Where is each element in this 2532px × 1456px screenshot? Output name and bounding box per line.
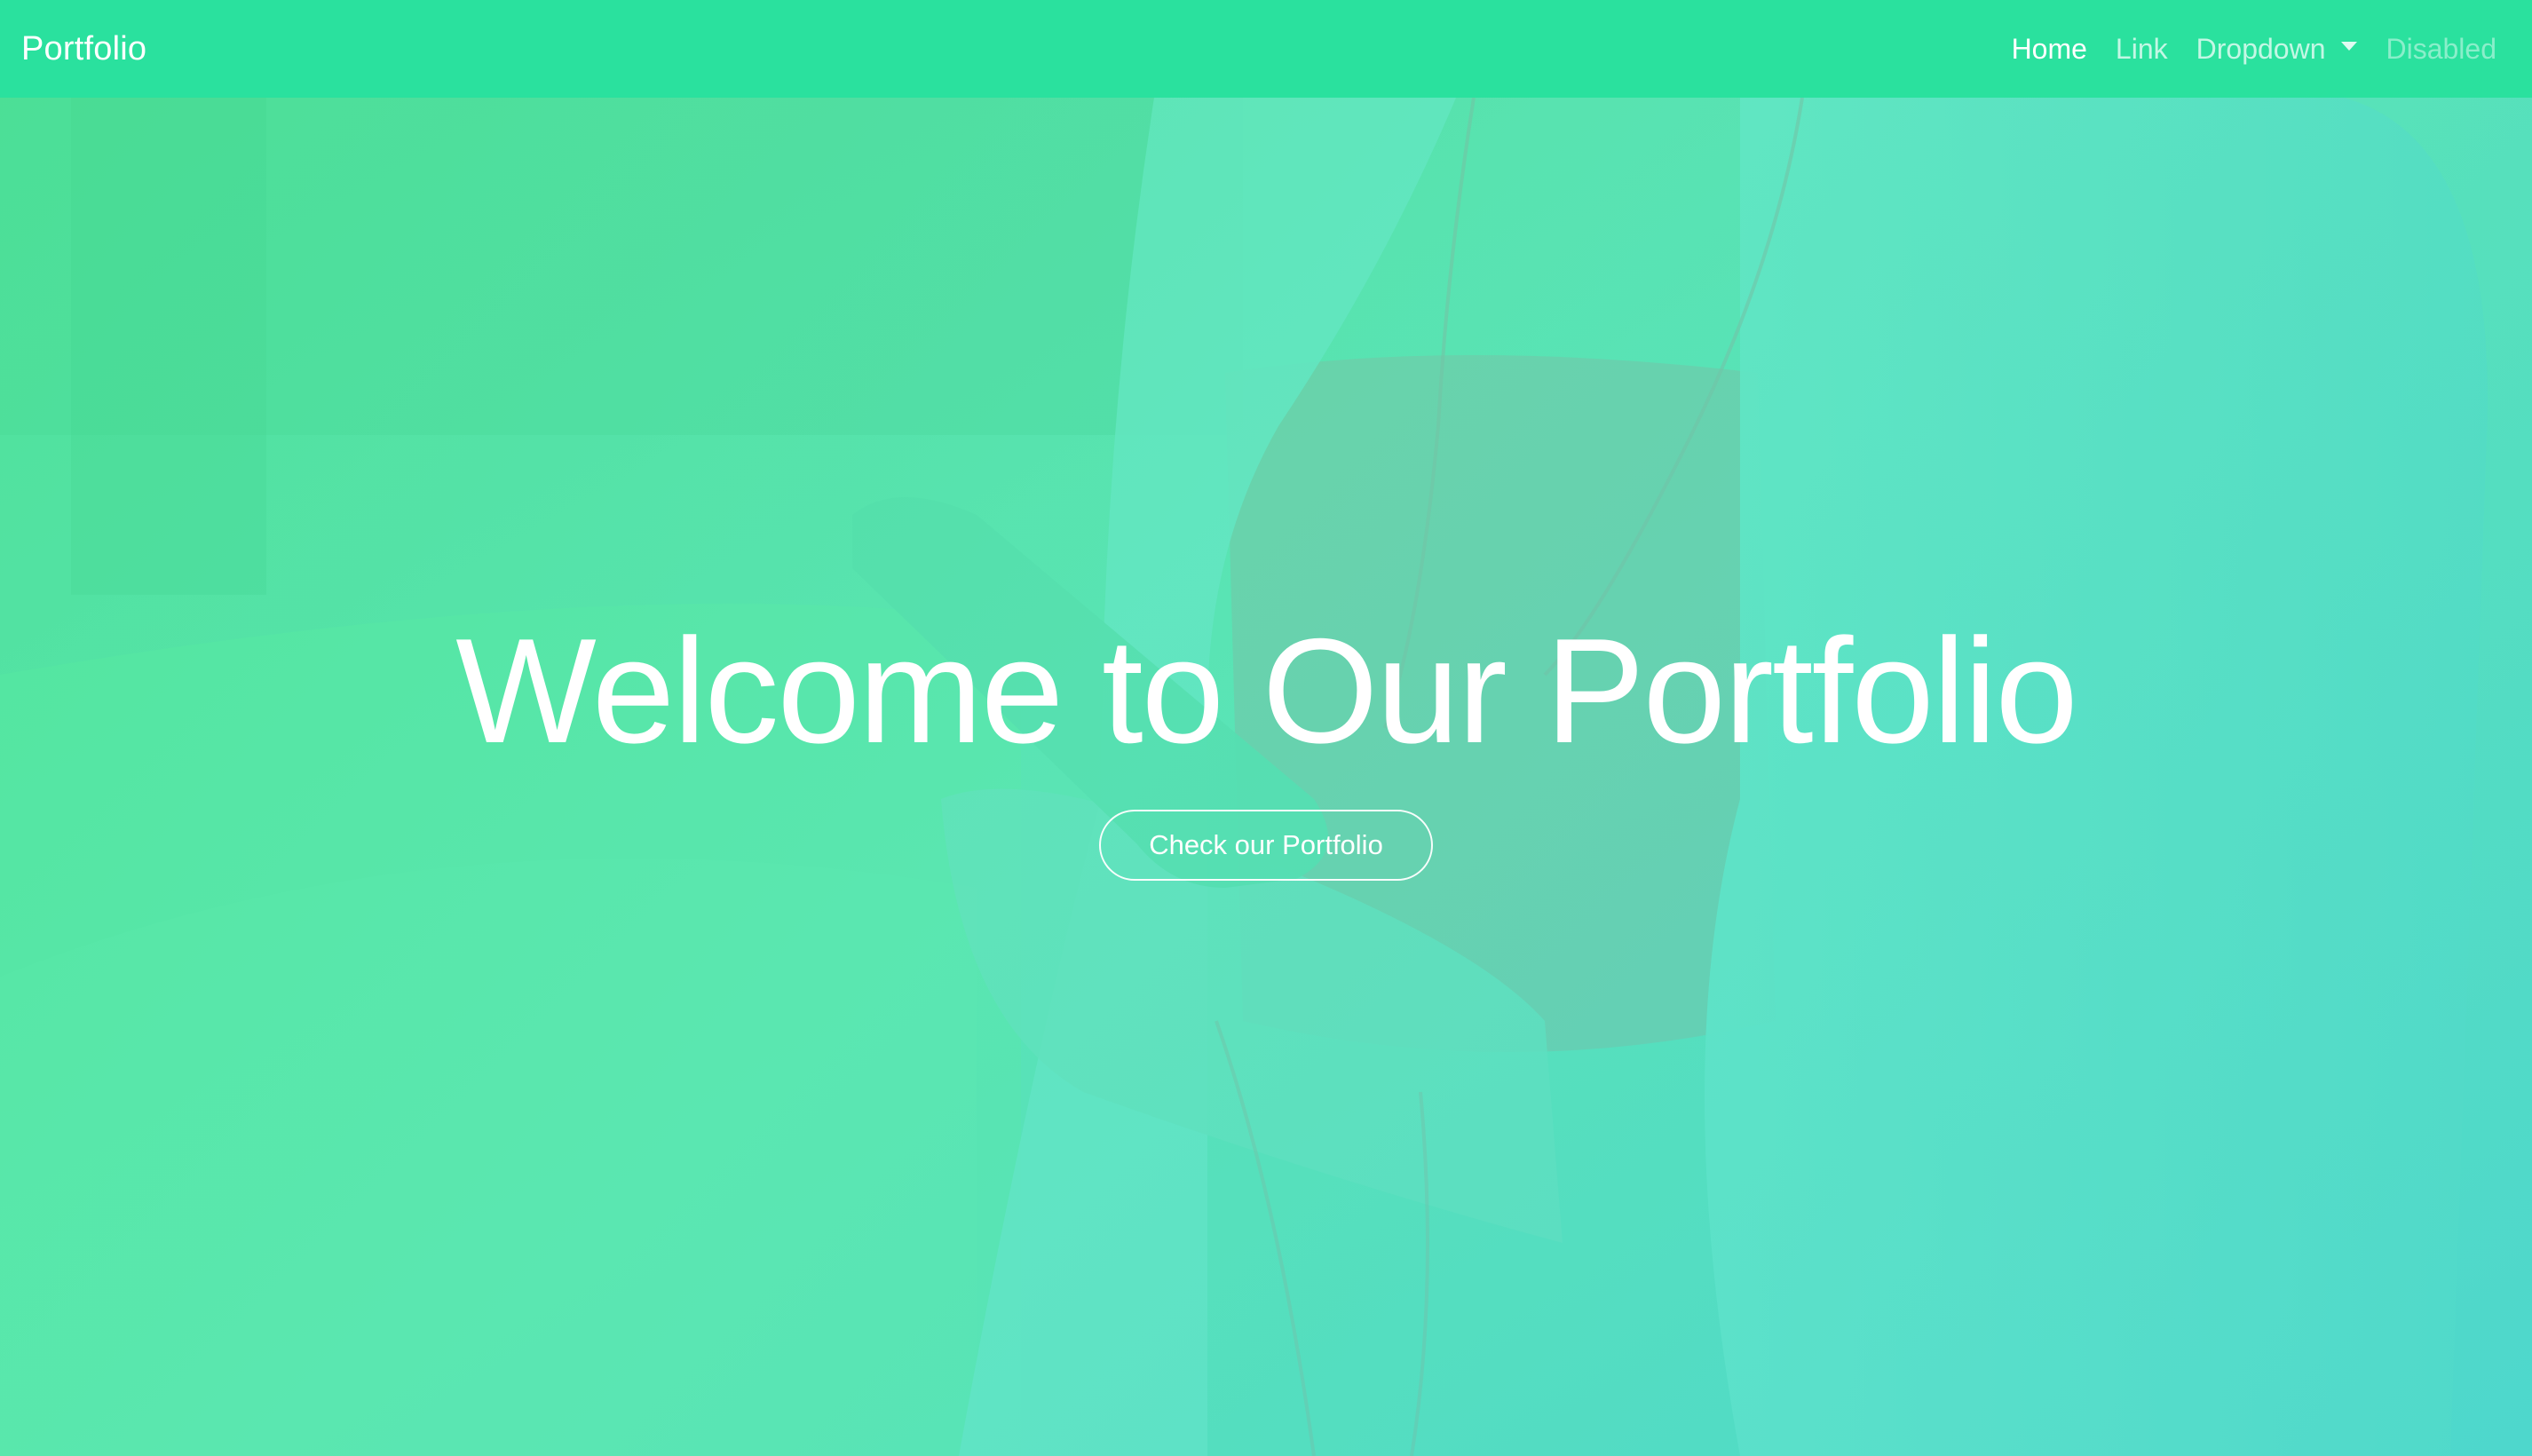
nav-dropdown-label: Dropdown xyxy=(2196,32,2326,65)
nav-link-link[interactable]: Link xyxy=(2101,33,2182,66)
portfolio-landing-page: Portfolio Home Link Dropdown Disabled We… xyxy=(0,0,2532,1456)
check-portfolio-button[interactable]: Check our Portfolio xyxy=(1099,810,1433,881)
nav-link-home[interactable]: Home xyxy=(1998,33,2101,66)
nav-links: Home Link Dropdown Disabled xyxy=(1998,33,2511,66)
brand-logo-link[interactable]: Portfolio xyxy=(21,30,146,68)
top-navbar: Portfolio Home Link Dropdown Disabled xyxy=(0,0,2532,98)
hero-title: Welcome to Our Portfolio xyxy=(455,607,2078,774)
nav-dropdown-toggle[interactable]: Dropdown xyxy=(2182,33,2372,66)
nav-link-disabled: Disabled xyxy=(2386,32,2496,65)
hero-section: Welcome to Our Portfolio Check our Portf… xyxy=(0,604,2532,881)
caret-down-icon xyxy=(2341,42,2358,51)
